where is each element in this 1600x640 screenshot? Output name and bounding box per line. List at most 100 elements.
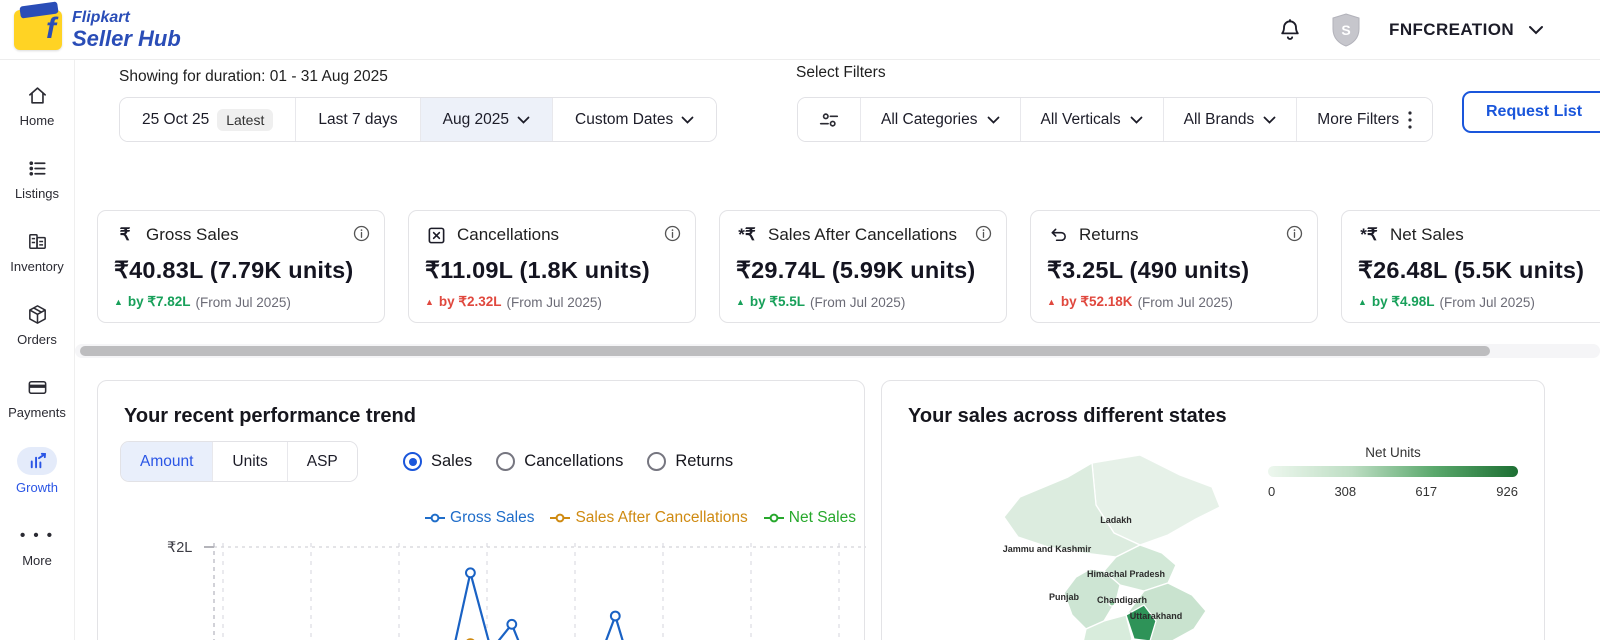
- info-icon[interactable]: [1286, 225, 1303, 247]
- filter-all-categories[interactable]: All Categories: [861, 98, 1021, 141]
- card-change: by ₹52.18K: [1060, 294, 1133, 309]
- tab-units[interactable]: Units: [213, 442, 288, 481]
- date-tab-last7days[interactable]: Last 7 days: [296, 98, 421, 141]
- tab-asp[interactable]: ASP: [287, 442, 357, 481]
- return-arrow-icon: [1047, 226, 1069, 245]
- info-icon[interactable]: [353, 225, 370, 247]
- map-state-label: Ladakh: [1100, 515, 1132, 525]
- card-change-period: (From Jul 2025): [195, 294, 291, 310]
- sidebar-nav: Home Listings Inventory Orders Payments: [0, 60, 75, 640]
- radio-cancellations[interactable]: Cancellations: [496, 452, 623, 471]
- sidebar-item-inventory[interactable]: Inventory: [0, 228, 74, 274]
- map-state-label: Uttarakhand: [1130, 611, 1183, 621]
- sidebar-item-home[interactable]: Home: [0, 82, 74, 128]
- up-triangle-icon: ▲: [736, 297, 745, 307]
- sidebar-item-more[interactable]: • • • More: [0, 522, 74, 569]
- card-change: by ₹4.98L: [1371, 294, 1435, 309]
- account-name: FNFCREATION: [1389, 19, 1514, 39]
- star-rupee-icon: *₹: [738, 225, 756, 244]
- notification-bell-icon[interactable]: [1277, 17, 1303, 43]
- y-axis-top-label: ₹2L: [167, 540, 193, 556]
- info-icon[interactable]: [975, 225, 992, 247]
- metric-cards-row: ₹ Gross Sales ₹40.83L (7.79K units) ▲ by…: [97, 210, 1600, 323]
- card-title: Sales After Cancellations: [768, 225, 957, 244]
- india-states-map[interactable]: Ladakh Jammu and Kashmir Himachal Pradesh P…: [944, 453, 1264, 640]
- color-gradient-bar: [1268, 466, 1518, 477]
- card-value: ₹26.48L (5.5K units): [1358, 257, 1585, 283]
- net-units-legend-title: Net Units: [1365, 445, 1421, 460]
- chevron-down-icon: [1529, 25, 1543, 34]
- chevron-down-icon: [517, 116, 530, 124]
- sliders-icon: [819, 112, 839, 127]
- legend-tick: 926: [1496, 484, 1518, 499]
- metric-card-gross-sales[interactable]: ₹ Gross Sales ₹40.83L (7.79K units) ▲ by…: [97, 210, 385, 323]
- date-range-control: 25 Oct 25 Latest Last 7 days Aug 2025 Cu…: [119, 97, 718, 142]
- avatar-letter: S: [1341, 22, 1350, 38]
- filter-all-verticals[interactable]: All Verticals: [1020, 98, 1164, 141]
- sidebar-item-orders[interactable]: Orders: [0, 301, 74, 347]
- sidebar-item-growth[interactable]: Growth: [0, 447, 74, 495]
- legend-sales-after-cancellations[interactable]: Sales After Cancellations: [550, 509, 748, 527]
- select-filters-label: Select Filters: [796, 64, 886, 81]
- metric-card-net-sales[interactable]: *₹ Net Sales ₹26.48L (5.5K units) ▲ by ₹…: [1341, 210, 1600, 323]
- orders-icon: [20, 301, 54, 327]
- growth-icon: [17, 447, 57, 475]
- map-state-label: Chandigarh: [1097, 595, 1147, 605]
- map-state-label: Himachal Pradesh: [1087, 569, 1165, 579]
- chevron-down-icon: [1130, 116, 1143, 124]
- legend-tick: 308: [1334, 484, 1357, 499]
- sidebar-item-payments[interactable]: Payments: [0, 374, 74, 420]
- more-filters-button[interactable]: More Filters: [1297, 98, 1433, 141]
- date-tab-month-dropdown[interactable]: Aug 2025: [420, 98, 554, 141]
- radio-sales[interactable]: Sales: [403, 452, 472, 471]
- legend-marker-icon: [425, 513, 446, 523]
- star-rupee-icon: *₹: [1360, 225, 1378, 244]
- up-triangle-icon: ▲: [114, 297, 123, 307]
- performance-trend-panel: Your recent performance trend Amount Uni…: [97, 380, 866, 640]
- legend-gross-sales[interactable]: Gross Sales: [425, 509, 534, 527]
- account-menu[interactable]: FNFCREATION: [1389, 20, 1544, 40]
- radio-returns[interactable]: Returns: [647, 452, 733, 471]
- metric-card-cancellations[interactable]: Cancellations ₹11.09L (1.8K units) ▲ by …: [408, 210, 696, 323]
- avatar[interactable]: S: [1331, 12, 1361, 47]
- card-title: Net Sales: [1390, 225, 1464, 244]
- filters-control: All Categories All Verticals All Brands …: [797, 97, 1434, 142]
- sidebar-item-label: Growth: [16, 480, 58, 495]
- cancel-box-icon: [425, 226, 447, 245]
- info-icon[interactable]: [664, 225, 681, 247]
- up-triangle-icon: ▲: [425, 297, 434, 307]
- horizontal-scrollbar-track[interactable]: [75, 344, 1600, 358]
- card-change-period: (From Jul 2025): [1439, 294, 1535, 310]
- date-tab-custom-dates[interactable]: Custom Dates: [553, 98, 717, 141]
- card-change-period: (From Jul 2025): [506, 294, 602, 310]
- sidebar-item-label: More: [22, 553, 52, 568]
- net-units-legend: Net Units 0 308 617 926: [1268, 445, 1518, 499]
- kebab-menu-icon: [1408, 110, 1412, 129]
- horizontal-scrollbar-thumb[interactable]: [80, 346, 1490, 356]
- chevron-down-icon: [987, 116, 999, 124]
- sidebar-item-listings[interactable]: Listings: [0, 155, 74, 201]
- radio-button-icon: [647, 452, 667, 471]
- filter-all-brands[interactable]: All Brands: [1163, 98, 1298, 141]
- rupee-icon: ₹: [119, 225, 131, 244]
- legend-net-sales[interactable]: Net Sales: [763, 509, 856, 527]
- home-icon: [20, 82, 54, 108]
- metric-card-returns[interactable]: Returns ₹3.25L (490 units) ▲ by ₹52.18K …: [1030, 210, 1318, 323]
- date-tab-latest[interactable]: 25 Oct 25 Latest: [120, 98, 297, 141]
- flipkart-wallet-icon: [14, 9, 62, 50]
- trend-line-chart[interactable]: [198, 539, 866, 640]
- flipkart-seller-hub-logo[interactable]: Flipkart Seller Hub: [14, 8, 181, 50]
- legend-tick: 0: [1268, 484, 1276, 499]
- metric-card-sales-after-cancellations[interactable]: *₹ Sales After Cancellations ₹29.74L (5.…: [719, 210, 1007, 323]
- card-change-period: (From Jul 2025): [1137, 294, 1233, 310]
- up-triangle-icon: ▲: [1358, 297, 1367, 307]
- card-title: Returns: [1079, 225, 1139, 244]
- listings-icon: [20, 155, 54, 181]
- trend-legend: Gross Sales Sales After Cancellations Ne…: [425, 509, 856, 527]
- tab-amount[interactable]: Amount: [121, 442, 214, 481]
- request-list-button[interactable]: Request List: [1462, 91, 1600, 133]
- brand-name: Flipkart: [72, 8, 130, 26]
- map-state-label: Punjab: [1049, 592, 1080, 602]
- card-title: Gross Sales: [146, 225, 239, 244]
- filter-sliders-button[interactable]: [798, 98, 861, 141]
